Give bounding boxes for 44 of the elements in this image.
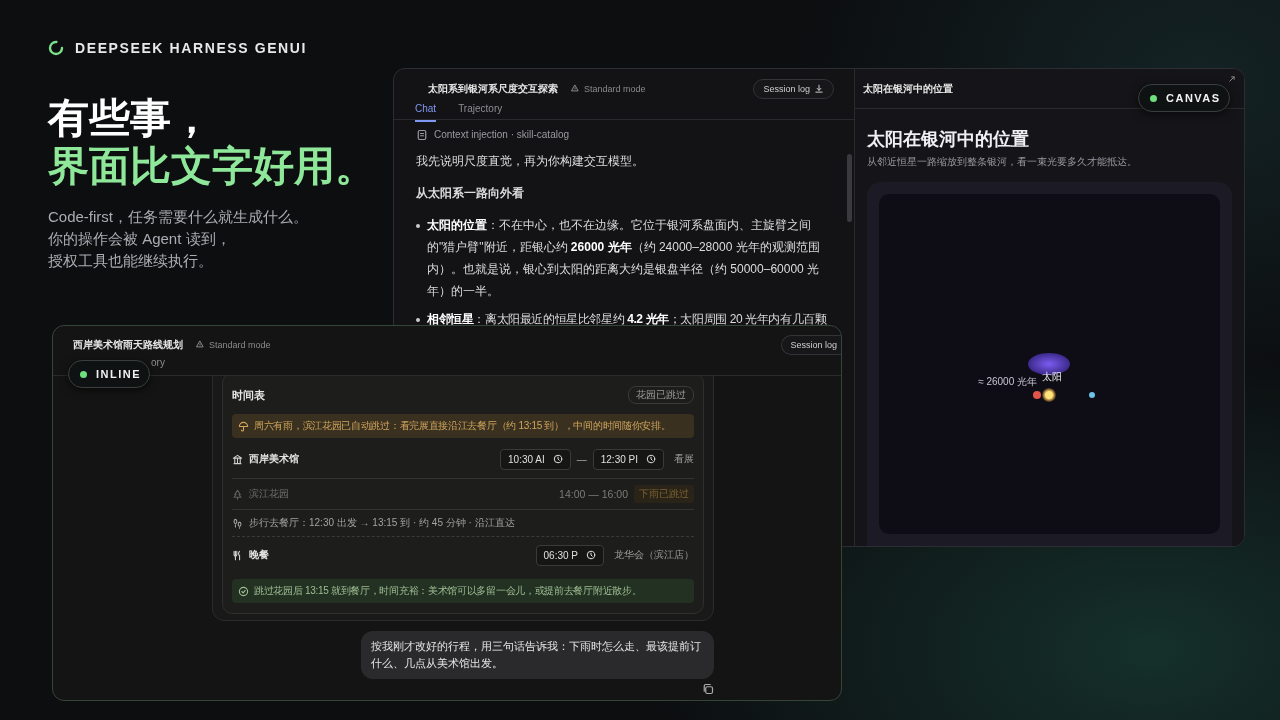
alert-text: 周六有雨，滨江花园已自动跳过：看完展直接沿江去餐厅（约 13:15 到），中间的时间随你安排。: [254, 419, 671, 433]
schedule-title: 时间表: [232, 387, 265, 403]
stop-name: 西岸美术馆: [249, 452, 299, 466]
route-text: 步行去餐厅：12:30 出发 → 13:15 到 · 约 45 分钟 · 沿江直达: [249, 516, 515, 530]
user-message: 按我刚才改好的行程，用三句话告诉我：下雨时怎么走、最该提前订什么、几点从美术馆出发。: [361, 631, 714, 679]
description-line: 你的操作会被 Agent 读到，: [48, 229, 232, 249]
message-heading: 从太阳系一路向外看: [416, 185, 525, 202]
headline: 有些事，: [48, 94, 213, 142]
tab[interactable]: Chat: [415, 103, 437, 122]
time-field[interactable]: 06:30 P: [535, 544, 604, 566]
chat-title: 太阳系到银河系尺度交互探索: [428, 82, 558, 96]
badge-label: CANVAS: [1166, 92, 1221, 104]
message-paragraph: 我先说明尺度直觉，再为你构建交互模型。: [416, 153, 645, 170]
mode-label: Standard mode: [209, 340, 271, 350]
canvas-subtitle: 从邻近恒星一路缩放到整条银河，看一束光要多久才能抵达。: [867, 155, 1138, 169]
time-field[interactable]: 12:30 PI: [592, 448, 664, 470]
time-range: 14:00 — 16:00: [559, 488, 628, 500]
alert-text: 跳过花园后 13:15 就到餐厅，时间充裕：美术馆可以多留一会儿，或提前去餐厅附近散步。: [254, 584, 642, 598]
mode-label: Standard mode: [584, 84, 646, 94]
bullet-text: 相邻恒星：离太阳最近的恒星比邻星约 4.2 光年；太阳周围 20 光年内有几百颗: [427, 311, 827, 328]
bullet-text: 太阳的位置：不在中心，也不在边缘。它位于银河系盘面内、主旋臂之间的"猎户臂"附近，距银心约 26000 光年（约 24000–28000 光年的观测范围内）。也就是说，银心到太阳的距离大约是银盘半径（约 50000–60000 光年）的一半。: [427, 217, 821, 300]
headline-highlight: 界面比文字好用。: [48, 142, 377, 190]
description-line: 授权工具也能继续执行。: [48, 251, 214, 271]
session-log-button[interactable]: Session log: [781, 335, 841, 355]
status-tag: 下雨已跳过: [634, 485, 694, 503]
session-log-button[interactable]: Session log: [753, 79, 834, 99]
panel-title: 太阳在银河中的位置: [863, 81, 953, 96]
brand-name: DEEPSEEK HARNESS GENUI: [75, 40, 308, 56]
context-label: Context injection · skill-catalog: [434, 128, 570, 142]
chat-title: 西岸美术馆雨天路线规划: [73, 338, 183, 352]
status-tag: 花园已跳过: [628, 386, 694, 404]
description-line: Code-first，任务需要什么就生成什么。: [48, 207, 310, 227]
time-separator: —: [576, 453, 587, 465]
canvas-heading: 太阳在银河中的位置: [867, 128, 1030, 151]
sun-label: 太阳: [1042, 371, 1062, 382]
stop-name: 晚餐: [249, 548, 269, 562]
tab[interactable]: ory: [151, 357, 165, 376]
time-field[interactable]: 10:30 AI: [500, 448, 571, 470]
stop-note: 龙华会（滨江店）: [614, 548, 694, 562]
tab[interactable]: Trajectory: [458, 103, 503, 122]
stop-name: 滨江花园: [249, 487, 289, 501]
stop-note: 看展: [674, 452, 694, 466]
distance-label: ≈ 26000 光年: [978, 376, 1037, 387]
badge-label: INLINE: [96, 368, 142, 380]
